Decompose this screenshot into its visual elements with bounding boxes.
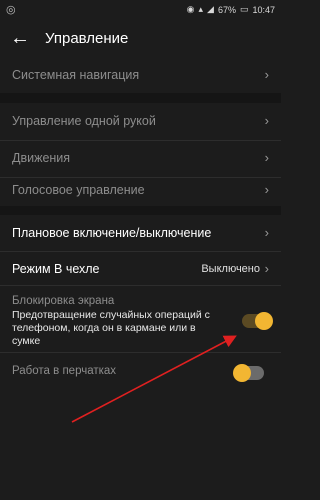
red-annotation-arrow [71,335,237,423]
